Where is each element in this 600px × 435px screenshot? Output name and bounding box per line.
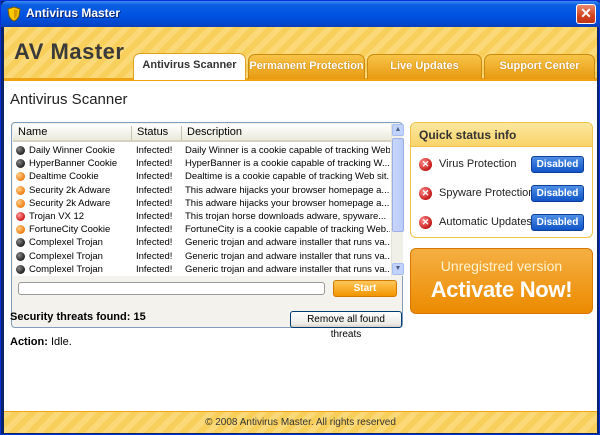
tab-support-center[interactable]: Support Center — [484, 54, 595, 79]
column-header-description[interactable]: Description — [182, 126, 391, 140]
threat-name: HyperBanner Cookie — [29, 158, 118, 170]
threat-name: Trojan VX 12 — [29, 211, 85, 222]
scan-results-panel: Name Status Description Daily Winner Coo… — [11, 122, 404, 328]
table-row[interactable]: Daily Winner Cookie Infected! Daily Winner… — [13, 144, 391, 157]
threat-severity-icon — [16, 251, 25, 261]
activate-now-button[interactable]: Unregistred version Activate Now! — [410, 248, 593, 314]
threat-list[interactable]: Name Status Description Daily Winner Coo… — [13, 124, 391, 276]
table-row[interactable]: Trojan VX 12 Infected! This trojan horse d… — [13, 210, 391, 223]
threat-description: FortuneCity is a cookie capable of track… — [185, 224, 390, 236]
remove-threats-button[interactable]: Remove all found threats — [290, 311, 402, 340]
scroll-thumb[interactable] — [392, 138, 404, 232]
close-button[interactable]: ✕ — [576, 4, 596, 24]
title-bar[interactable]: Antivirus Master ✕ — [1, 1, 600, 27]
table-row[interactable]: Complexel Trojan Infected! Generic trojan … — [13, 236, 391, 249]
tab-permanent-protection[interactable]: Permanent Protection — [248, 54, 365, 79]
status-label: Spyware Protection — [439, 187, 535, 199]
threat-description: This adware hijacks your browser homepag… — [185, 197, 390, 209]
footer: © 2008 Antivirus Master. All rights rese… — [4, 411, 597, 433]
threat-name: Daily Winner Cookie — [29, 145, 116, 156]
list-header: Name Status Description — [13, 124, 391, 142]
threat-severity-icon — [16, 225, 25, 235]
threat-name: Security 2k Adware — [29, 197, 111, 209]
shield-icon — [7, 6, 21, 22]
threat-status: Infected! — [136, 184, 173, 196]
unregistered-label: Unregistred version — [440, 258, 563, 274]
threat-severity-icon — [16, 198, 25, 208]
error-icon: ✕ — [419, 158, 432, 171]
threat-description: This adware hijacks your browser homepag… — [185, 184, 390, 196]
threat-description: Daily Winner is a cookie capable of trac… — [185, 145, 390, 156]
threat-status: Infected! — [136, 224, 173, 236]
status-row-updates: ✕ Automatic Updates Disabled — [419, 214, 589, 234]
close-icon: ✕ — [580, 5, 592, 21]
table-row[interactable]: HyperBanner Cookie Infected! HyperBanner i… — [13, 157, 391, 170]
threats-found-label: Security threats found: 15 — [10, 311, 146, 323]
client-area: AV Master Antivirus Scanner Permanent Pr… — [4, 27, 597, 433]
threat-severity-icon — [16, 264, 25, 274]
tab-live-updates[interactable]: Live Updates — [367, 54, 482, 79]
threat-severity-icon — [16, 172, 25, 182]
threat-name: Security 2k Adware — [29, 184, 111, 196]
app-window: Antivirus Master ✕ AV Master Antivirus S… — [0, 0, 600, 435]
threat-severity-icon — [16, 185, 25, 195]
quick-status-panel: Quick status info ✕ Virus Protection Dis… — [410, 122, 593, 238]
column-header-status[interactable]: Status — [132, 126, 182, 140]
status-label: Virus Protection — [439, 158, 517, 170]
table-row[interactable]: Complexel Trojan Infected! Generic trojan … — [13, 263, 391, 276]
threat-description: HyperBanner is a cookie capable of track… — [185, 158, 390, 170]
threat-description: Dealtime is a cookie capable of tracking… — [185, 171, 390, 183]
table-row[interactable]: Security 2k Adware Infected! This adware h… — [13, 197, 391, 210]
spyware-protection-toggle[interactable]: Disabled — [531, 185, 584, 202]
threat-description: Generic trojan and adware installer that… — [185, 237, 390, 249]
scan-progress-bar — [18, 282, 325, 295]
threat-description: Generic trojan and adware installer that… — [185, 250, 390, 262]
quick-status-title: Quick status info — [411, 123, 592, 147]
threat-name: Complexel Trojan — [29, 263, 103, 275]
threat-description: Generic trojan and adware installer that… — [185, 263, 390, 275]
threat-status: Infected! — [136, 237, 173, 249]
threat-severity-icon — [16, 159, 25, 169]
threat-severity-icon — [16, 146, 25, 155]
status-row-spyware: ✕ Spyware Protection Disabled — [419, 185, 589, 205]
table-row[interactable]: Dealtime Cookie Infected! Dealtime is a co… — [13, 170, 391, 183]
table-row[interactable]: Security 2k Adware Infected! This adware h… — [13, 184, 391, 197]
table-row[interactable]: FortuneCity Cookie Infected! FortuneCity i… — [13, 223, 391, 236]
header: AV Master Antivirus Scanner Permanent Pr… — [4, 27, 597, 81]
threat-status: Infected! — [136, 211, 173, 222]
list-scrollbar[interactable]: ▲ ▼ — [391, 124, 404, 276]
threat-severity-icon — [16, 238, 25, 248]
threat-description: This trojan horse downloads adware, spyw… — [185, 211, 387, 222]
column-header-name[interactable]: Name — [13, 126, 132, 140]
action-label: Action: — [10, 336, 48, 348]
status-row-virus: ✕ Virus Protection Disabled — [419, 156, 589, 176]
threat-status: Infected! — [136, 158, 173, 170]
scroll-down-button[interactable]: ▼ — [392, 263, 404, 275]
error-icon: ✕ — [419, 187, 432, 200]
threat-status: Infected! — [136, 250, 173, 262]
threat-status: Infected! — [136, 171, 173, 183]
threat-name: Dealtime Cookie — [29, 171, 99, 183]
scroll-up-button[interactable]: ▲ — [392, 124, 404, 136]
tab-antivirus-scanner[interactable]: Antivirus Scanner — [133, 53, 246, 80]
page-title: Antivirus Scanner — [10, 91, 128, 108]
table-row[interactable]: Complexel Trojan Infected! Generic trojan … — [13, 250, 391, 263]
error-icon: ✕ — [419, 216, 432, 229]
window-title: Antivirus Master — [26, 6, 121, 20]
activate-label: Activate Now! — [430, 277, 573, 302]
brand-logo: AV Master — [14, 39, 125, 64]
action-value: Idle. — [50, 336, 72, 348]
threat-severity-icon — [16, 212, 25, 221]
threat-name: Complexel Trojan — [29, 237, 103, 249]
status-label: Automatic Updates — [439, 216, 532, 228]
start-button[interactable]: Start — [333, 280, 397, 297]
threat-name: Complexel Trojan — [29, 250, 103, 262]
threat-status: Infected! — [136, 263, 173, 275]
virus-protection-toggle[interactable]: Disabled — [531, 156, 584, 173]
action-status: Action: Idle. — [10, 336, 72, 348]
automatic-updates-toggle[interactable]: Disabled — [531, 214, 584, 231]
threat-name: FortuneCity Cookie — [29, 224, 111, 236]
threat-status: Infected! — [136, 197, 173, 209]
threat-status: Infected! — [136, 145, 173, 156]
